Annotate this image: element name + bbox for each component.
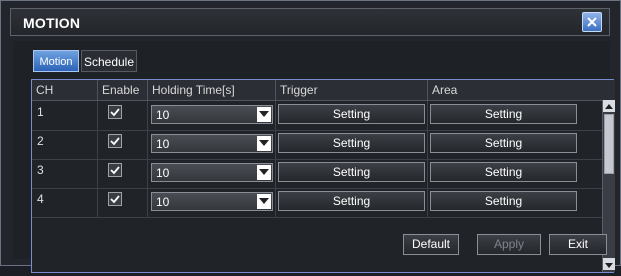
trigger-setting-button[interactable]: Setting xyxy=(278,191,425,211)
chevron-down-icon xyxy=(257,165,271,180)
column-header-holding-time: Holding Time[s] xyxy=(148,80,276,100)
channel-number: 4 xyxy=(32,188,98,217)
check-icon xyxy=(110,137,120,146)
holding-time-value: 10 xyxy=(156,137,170,151)
column-header-enable: Enable xyxy=(98,80,148,100)
channel-number: 2 xyxy=(32,130,98,159)
channel-number: 1 xyxy=(32,101,98,130)
channel-number: 3 xyxy=(32,159,98,188)
holding-time-select[interactable]: 10 xyxy=(151,105,273,124)
area-setting-button[interactable]: Setting xyxy=(430,104,577,124)
area-setting-button[interactable]: Setting xyxy=(430,191,577,211)
dialog-window: MOTION Motion Schedule CH Enable Holding… xyxy=(0,0,621,273)
check-icon xyxy=(110,108,120,117)
table-row: 1 10 Setting Setting xyxy=(32,101,602,131)
column-header-area: Area xyxy=(432,83,458,97)
tab-motion[interactable]: Motion xyxy=(33,50,79,72)
check-icon xyxy=(110,166,120,175)
column-header-trigger: Trigger xyxy=(276,80,428,100)
holding-time-value: 10 xyxy=(156,195,170,209)
trigger-setting-button[interactable]: Setting xyxy=(278,162,425,182)
area-setting-button[interactable]: Setting xyxy=(430,133,577,153)
chevron-down-icon xyxy=(257,194,271,209)
enable-checkbox[interactable] xyxy=(108,134,122,148)
scroll-up-button[interactable] xyxy=(603,100,615,112)
holding-time-value: 10 xyxy=(156,108,170,122)
table-row: 4 10 Setting Setting xyxy=(32,188,602,218)
holding-time-select[interactable]: 10 xyxy=(151,192,273,211)
holding-time-value: 10 xyxy=(156,166,170,180)
check-icon xyxy=(110,195,120,204)
enable-checkbox[interactable] xyxy=(108,163,122,177)
chevron-down-icon xyxy=(257,136,271,151)
default-button[interactable]: Default xyxy=(403,234,459,255)
scroll-thumb[interactable] xyxy=(604,114,614,174)
holding-time-select[interactable]: 10 xyxy=(151,163,273,182)
arrow-up-icon xyxy=(605,104,613,109)
trigger-setting-button[interactable]: Setting xyxy=(278,104,425,124)
apply-button[interactable]: Apply xyxy=(477,234,541,255)
holding-time-select[interactable]: 10 xyxy=(151,134,273,153)
exit-button[interactable]: Exit xyxy=(549,234,607,255)
close-button[interactable] xyxy=(582,12,602,32)
enable-checkbox[interactable] xyxy=(108,192,122,206)
trigger-setting-button[interactable]: Setting xyxy=(278,133,425,153)
chevron-down-icon xyxy=(257,107,271,122)
table-header: CH Enable Holding Time[s] Trigger Area xyxy=(32,80,615,101)
scroll-down-button[interactable] xyxy=(603,258,615,270)
window-title: MOTION xyxy=(23,15,81,31)
arrow-down-icon xyxy=(605,263,613,268)
column-header-ch: CH xyxy=(32,80,98,100)
table-row: 2 10 Setting Setting xyxy=(32,130,602,160)
content-panel: Motion Schedule CH Enable Holding Time[s… xyxy=(13,41,615,273)
title-bar: MOTION xyxy=(10,8,610,36)
enable-checkbox[interactable] xyxy=(108,105,122,119)
tab-schedule[interactable]: Schedule xyxy=(81,50,137,72)
area-setting-button[interactable]: Setting xyxy=(430,162,577,182)
table-row: 3 10 Setting Setting xyxy=(32,159,602,189)
close-icon xyxy=(587,17,597,27)
